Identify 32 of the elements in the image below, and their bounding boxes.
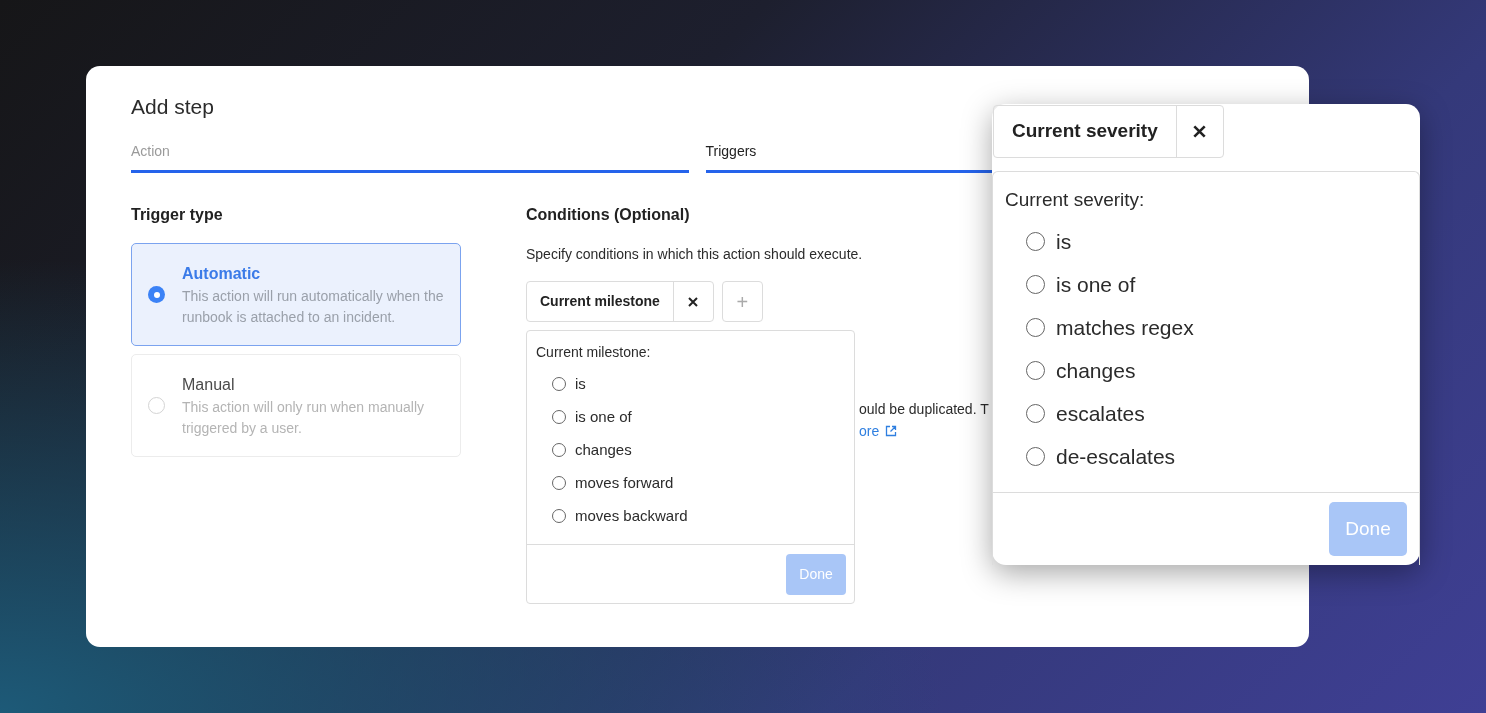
radio-button[interactable] xyxy=(148,397,165,414)
radio-option[interactable]: escalates xyxy=(1026,400,1419,427)
dialog-title: Add step xyxy=(131,94,215,120)
popover-label: Current severity: xyxy=(1005,188,1146,212)
option-title: Automatic xyxy=(182,264,262,284)
radio-option[interactable]: is xyxy=(1026,228,1419,255)
condition-chip[interactable]: Current milestone xyxy=(526,281,714,322)
option-description: This action will only run when manually triggered by a user. xyxy=(182,398,425,438)
radio-option[interactable]: is one of xyxy=(1026,271,1419,298)
popover-label: Current milestone: xyxy=(536,343,652,362)
trigger-option-card[interactable]: Automatic This action will run automatically when the runbook is attached to an incident. xyxy=(131,243,461,346)
radio-option[interactable]: changes xyxy=(552,439,854,461)
section-heading: Conditions (Optional) xyxy=(526,205,691,225)
close-icon[interactable] xyxy=(688,296,699,307)
radio-option[interactable]: changes xyxy=(1026,357,1419,384)
radio-option[interactable]: moves forward xyxy=(552,472,854,494)
radio-option[interactable]: matches regex xyxy=(1026,314,1419,341)
description-text: ould be duplicated. T xyxy=(859,400,989,419)
option-description: This action will run automatically when the runbook is attached to an incident. xyxy=(182,287,444,327)
radio-button[interactable] xyxy=(148,286,165,303)
section-heading: Trigger type xyxy=(131,205,224,225)
radio-option[interactable]: is xyxy=(552,373,854,395)
external-link-icon xyxy=(885,425,898,437)
learn-more-link[interactable]: ore xyxy=(859,420,880,442)
option-title: Manual xyxy=(182,375,236,395)
radio-option[interactable]: de-escalates xyxy=(1026,443,1419,470)
radio-option[interactable]: is one of xyxy=(552,406,854,428)
radio-option[interactable]: moves backward xyxy=(552,505,854,527)
close-icon[interactable] xyxy=(1193,125,1207,138)
trigger-option-card[interactable]: Manual This action will only run when manually triggered by a user. xyxy=(131,354,461,457)
description-text: Specify conditions in which this action should execute. xyxy=(526,245,864,263)
condition-chip[interactable]: Current severity xyxy=(993,105,1224,158)
